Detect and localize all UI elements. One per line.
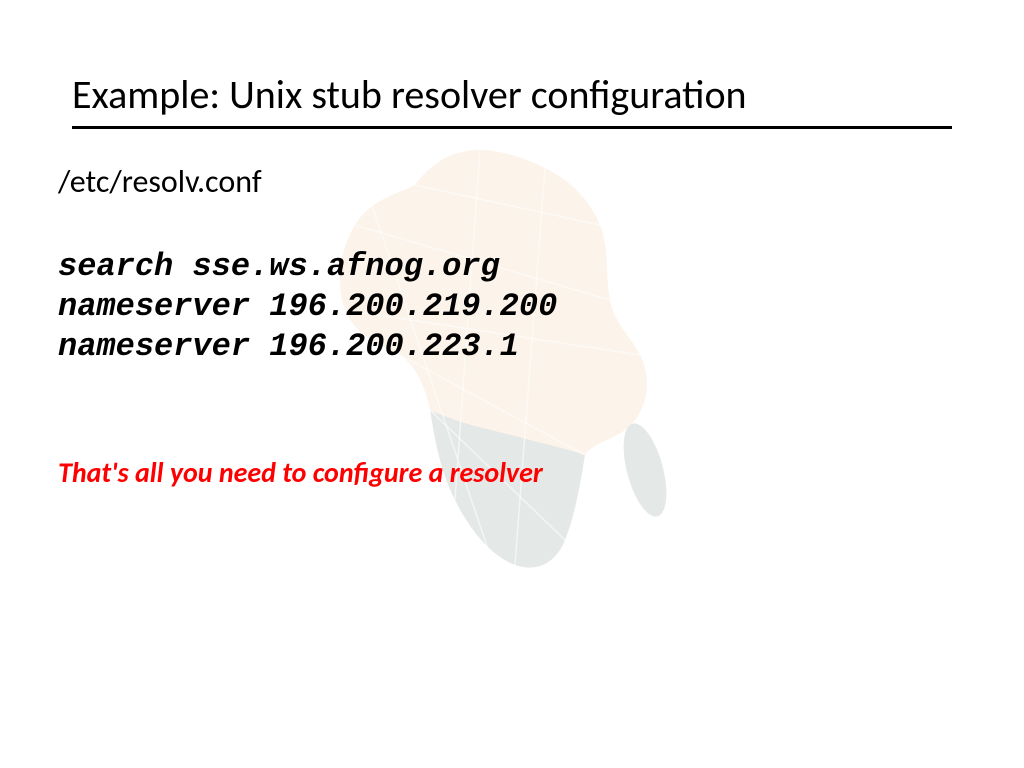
file-path: /etc/resolv.conf <box>58 162 958 201</box>
config-line-nameserver-1: nameserver 196.200.219.200 <box>58 287 958 327</box>
slide: Example: Unix stub resolver configuratio… <box>0 0 1024 768</box>
slide-title: Example: Unix stub resolver configuratio… <box>72 72 952 118</box>
body-block: /etc/resolv.conf search sse.ws.afnog.org… <box>58 162 958 490</box>
config-line-search: search sse.ws.afnog.org <box>58 247 958 287</box>
title-underline <box>72 126 952 129</box>
note-text: That's all you need to configure a resol… <box>58 455 958 490</box>
title-block: Example: Unix stub resolver configuratio… <box>72 72 952 129</box>
config-line-nameserver-2: nameserver 196.200.223.1 <box>58 327 958 367</box>
